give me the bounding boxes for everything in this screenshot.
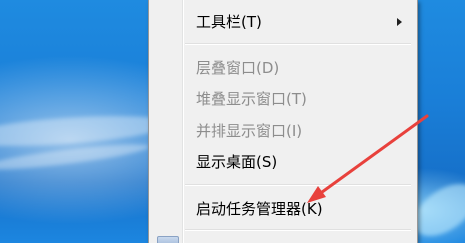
menu-item-label: 并排显示窗口(I) xyxy=(196,122,303,140)
menu-item-label: 显示桌面(S) xyxy=(196,153,278,171)
menu-separator xyxy=(185,229,411,231)
menu-item-label: 堆叠显示窗口(T) xyxy=(196,90,307,108)
menu-item-side-by-side-windows: 并排显示窗口(I) xyxy=(152,119,414,143)
menu-item-toolbars[interactable]: 工具栏(T) xyxy=(152,10,414,34)
menu-item-label: 层叠窗口(D) xyxy=(196,59,280,77)
menu-item-start-task-manager[interactable]: 启动任务管理器(K) xyxy=(152,197,414,221)
taskbar-context-menu: 工具栏(T) 层叠窗口(D) 堆叠显示窗口(T) 并排显示窗口(I) 显示桌面(… xyxy=(148,0,418,243)
menu-item-stack-windows: 堆叠显示窗口(T) xyxy=(152,87,414,111)
menu-item-partial[interactable] xyxy=(196,234,306,243)
menu-separator xyxy=(185,43,411,45)
menu-item-label: 启动任务管理器(K) xyxy=(196,200,323,218)
menu-item-label: 工具栏(T) xyxy=(196,13,262,31)
menu-item-cascade-windows: 层叠窗口(D) xyxy=(152,56,414,80)
submenu-arrow-icon xyxy=(397,18,402,26)
menu-separator xyxy=(185,184,411,186)
properties-icon xyxy=(157,236,179,243)
menu-item-show-desktop[interactable]: 显示桌面(S) xyxy=(152,150,414,174)
